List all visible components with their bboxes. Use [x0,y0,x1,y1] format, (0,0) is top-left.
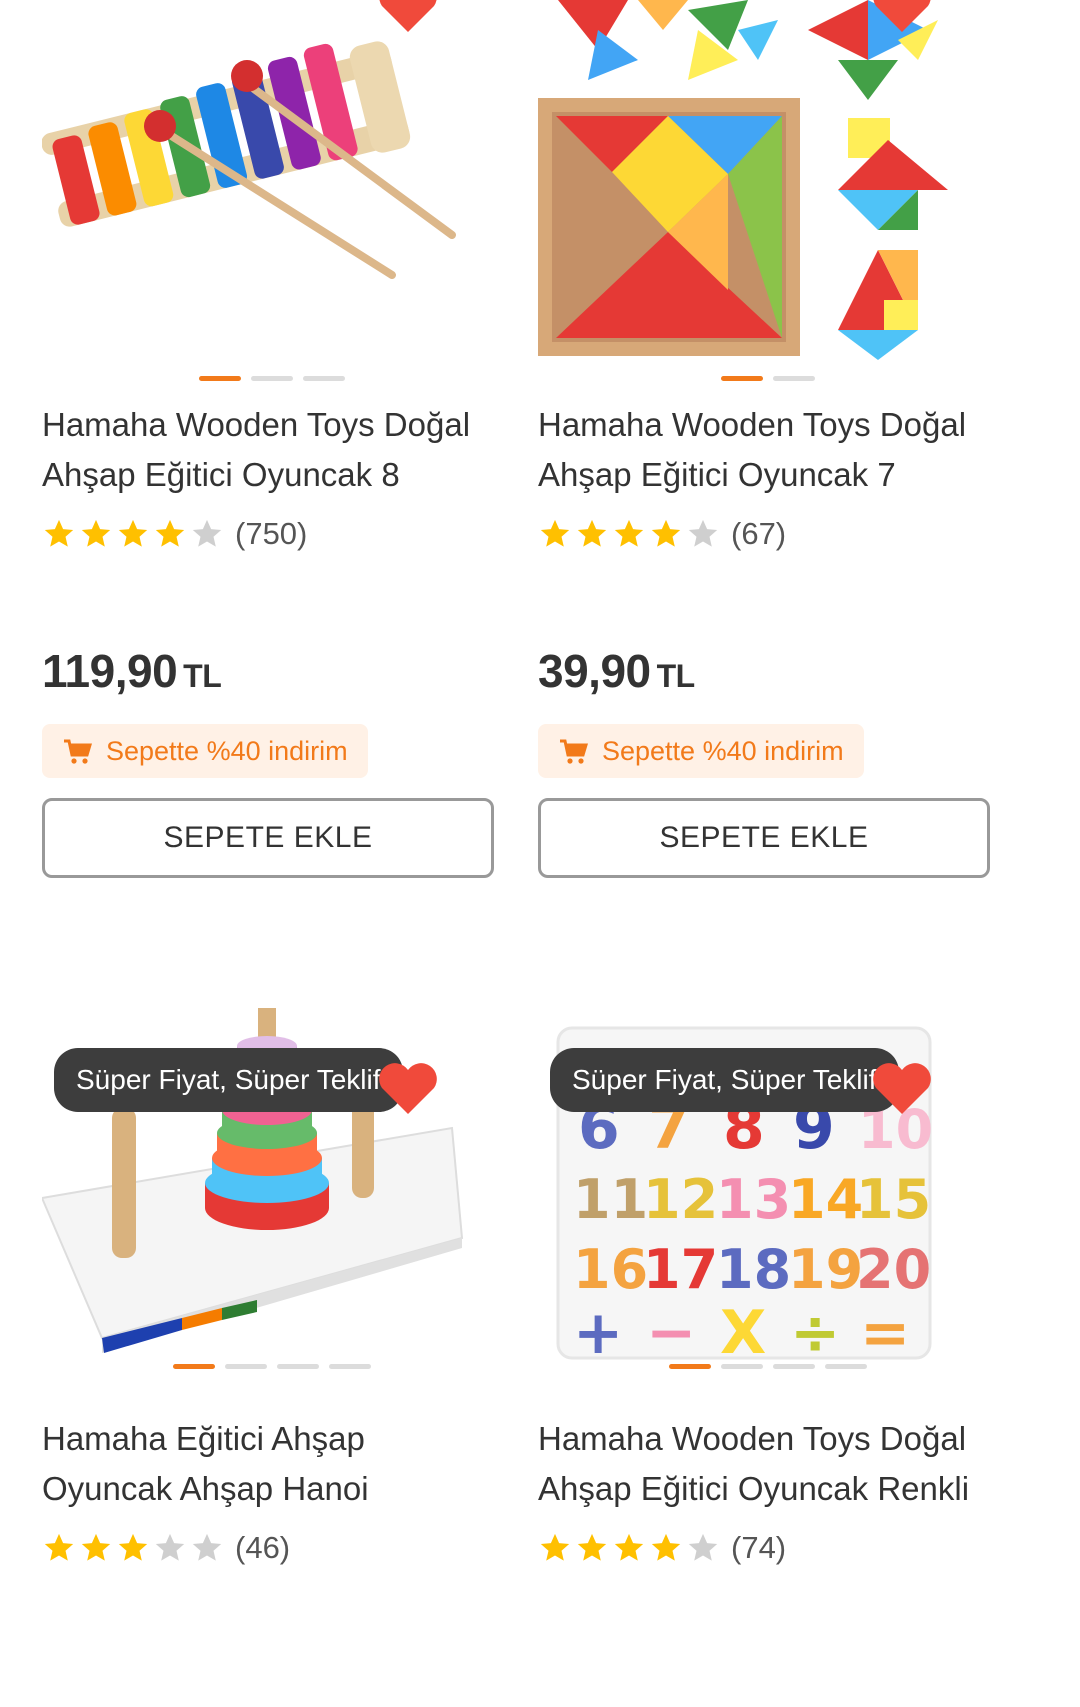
review-count: (46) [235,1530,291,1565]
super-price-badge: Süper Fiyat, Süper Teklif [550,1048,899,1112]
carousel-dot[interactable] [329,1364,371,1369]
star-icon [577,1533,607,1561]
price-currency: TL [183,658,222,694]
image-carousel-dots [42,1364,502,1370]
price-value: 119,90 [42,645,178,697]
favorite-heart-icon[interactable] [870,0,934,34]
svg-text:20: 20 [856,1238,931,1301]
add-to-cart-button[interactable]: SEPETE EKLE [538,798,990,878]
promo-text: Sepette %40 indirim [602,735,844,766]
favorite-heart-icon[interactable] [376,0,440,34]
product-grid: Hamaha Wooden Toys Doğal Ahşap Eğitici O… [0,0,1080,1707]
carousel-dot[interactable] [173,1364,215,1369]
svg-text:19: 19 [788,1238,863,1301]
star-icon [540,1533,570,1561]
product-card[interactable]: Hamaha Wooden Toys Doğal Ahşap Eğitici O… [538,0,998,878]
rating-row: (46) [42,1528,502,1568]
star-empty-icon [192,1533,222,1561]
star-icon [155,519,185,547]
svg-text:16: 16 [573,1238,648,1301]
star-icon [44,1533,74,1561]
promo-badge: Sepette %40 indirim [42,724,368,778]
product-image[interactable] [538,0,998,400]
svg-text:+: + [573,1298,623,1368]
rating-row: (67) [538,514,998,554]
image-carousel-dots [42,376,502,382]
promo-text: Sepette %40 indirim [106,735,348,766]
star-icon [44,519,74,547]
product-image[interactable] [42,0,502,400]
svg-text:÷: ÷ [790,1298,840,1368]
promo-badge: Sepette %40 indirim [538,724,864,778]
product-title[interactable]: Hamaha Wooden Toys Doğal Ahşap Eğitici O… [42,400,502,500]
star-empty-icon [155,1533,185,1561]
carousel-dot[interactable] [825,1364,867,1369]
svg-text:18: 18 [716,1238,791,1301]
super-price-badge: Süper Fiyat, Süper Teklif [54,1048,403,1112]
price: 39,90 TL [538,644,998,704]
svg-text:−: − [646,1298,696,1368]
product-title[interactable]: Hamaha Wooden Toys Doğal Ahşap Eğitici O… [538,1414,998,1514]
price: 119,90 TL [42,644,502,704]
product-card[interactable]: Süper Fiyat, Süper Teklif Hamaha Eğitici… [42,1008,502,1568]
favorite-heart-icon[interactable] [870,1060,934,1116]
product-card[interactable]: 6 7 8 9 10 11 12 13 14 15 16 17 18 19 20… [538,1008,998,1568]
star-icon [81,1533,111,1561]
svg-text:12: 12 [643,1168,718,1231]
image-carousel-dots [538,376,998,382]
review-count: (74) [731,1530,787,1565]
star-icon [81,519,111,547]
star-empty-icon [688,1533,718,1561]
svg-text:=: = [860,1298,910,1368]
svg-text:13: 13 [716,1168,791,1231]
cart-icon [64,739,92,764]
carousel-dot[interactable] [721,376,763,381]
price-currency: TL [656,658,696,694]
tangram-puzzle-image [538,0,948,360]
product-image[interactable]: Süper Fiyat, Süper Teklif [42,1008,502,1408]
svg-text:X: X [720,1298,766,1368]
star-icon [118,1533,148,1561]
svg-text:11: 11 [573,1168,648,1231]
carousel-dot[interactable] [773,1364,815,1369]
svg-text:14: 14 [788,1168,863,1231]
carousel-dot[interactable] [225,1364,267,1369]
svg-text:15: 15 [856,1168,931,1231]
review-count: (67) [731,516,787,551]
svg-text:17: 17 [643,1238,718,1301]
star-empty-icon [192,519,222,547]
star-empty-icon [688,519,718,547]
star-icon [118,519,148,547]
xylophone-toy-image [42,41,456,279]
review-count: (750) [235,516,308,551]
star-icon [577,519,607,547]
product-title[interactable]: Hamaha Eğitici Ahşap Oyuncak Ahşap Hanoi [42,1414,502,1514]
favorite-heart-icon[interactable] [376,1060,440,1116]
star-icon [540,519,570,547]
carousel-dot[interactable] [669,1364,711,1369]
carousel-dot[interactable] [303,376,345,381]
add-to-cart-button[interactable]: SEPETE EKLE [42,798,494,878]
rating-row: (74) [538,1528,998,1568]
star-icon [614,519,644,547]
star-icon [614,1533,644,1561]
cart-icon [560,739,588,764]
carousel-dot[interactable] [773,376,815,381]
star-icon [651,519,681,547]
carousel-dot[interactable] [721,1364,763,1369]
star-icon [651,1533,681,1561]
image-carousel-dots [538,1364,998,1370]
carousel-dot[interactable] [277,1364,319,1369]
product-title[interactable]: Hamaha Wooden Toys Doğal Ahşap Eğitici O… [538,400,998,500]
price-value: 39,90 [538,645,651,697]
carousel-dot[interactable] [199,376,241,381]
rating-row: (750) [42,514,502,554]
product-card[interactable]: Hamaha Wooden Toys Doğal Ahşap Eğitici O… [42,0,502,878]
product-image[interactable]: 6 7 8 9 10 11 12 13 14 15 16 17 18 19 20… [538,1008,998,1408]
carousel-dot[interactable] [251,376,293,381]
